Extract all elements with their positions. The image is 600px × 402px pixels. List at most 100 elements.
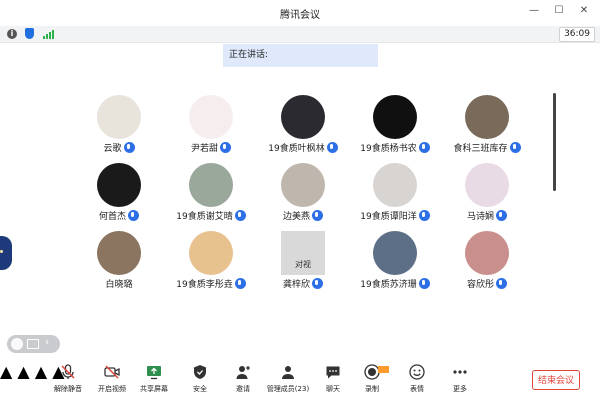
participant-name-row: 白晓璐 — [72, 277, 166, 290]
video-label: 开启视频 — [98, 385, 126, 393]
participant-name-row: 马诗娴 — [440, 209, 534, 222]
participant-tile[interactable]: 19食质杨书农 — [348, 92, 442, 158]
mute-button[interactable]: 解除静音 — [48, 364, 88, 394]
close-button[interactable]: ✕ — [578, 5, 590, 16]
chevron-left-icon[interactable]: ‹ — [45, 337, 49, 348]
security-label: 安全 — [193, 385, 207, 393]
title-bar: 腾讯会议 — ☐ ✕ — [0, 0, 600, 26]
more-label: 更多 — [453, 385, 467, 393]
microphone-icon — [128, 210, 139, 221]
avatar-caption: 对视 — [295, 260, 311, 269]
minimize-button[interactable]: — — [528, 5, 540, 16]
chat-icon — [326, 366, 340, 379]
video-options-caret[interactable]: ▲ — [17, 362, 29, 381]
share-options-caret[interactable]: ▲ — [35, 362, 47, 381]
more-button[interactable]: 更多 — [440, 364, 480, 394]
screen-icon[interactable] — [27, 339, 39, 349]
participant-name: 19食质谭阳洋 — [360, 212, 417, 222]
shield-icon[interactable] — [25, 28, 34, 39]
avatar — [373, 231, 417, 275]
participant-name-row: 何首杰 — [72, 209, 166, 222]
emoji-icon[interactable] — [11, 338, 23, 350]
participant-name: 食科三班库存 — [453, 144, 508, 154]
participant-tile[interactable]: 19食质叶枫林 — [256, 92, 350, 158]
security-button[interactable]: 安全 — [180, 364, 220, 394]
reactions-label: 表情 — [410, 385, 424, 393]
participant-tile[interactable]: 食科三班库存 — [440, 92, 534, 158]
video-button[interactable]: 开启视频 — [92, 364, 132, 394]
window-controls: — ☐ ✕ — [528, 5, 590, 16]
view-toggle[interactable]: ‹ — [7, 335, 60, 353]
participant-name-row: 19食质李彤垚 — [164, 277, 258, 290]
participant-tile[interactable]: 白晓璐 — [72, 228, 166, 294]
participant-name-row: 19食质苏济珊 — [348, 277, 442, 290]
participant-name-row: 食科三班库存 — [440, 141, 534, 154]
participant-tile[interactable]: 对视 龚梓欣 — [256, 228, 350, 294]
signal-icon[interactable] — [43, 29, 54, 39]
invite-button[interactable]: 邀请 — [223, 364, 263, 394]
participant-name-row: 云歌 — [72, 141, 166, 154]
avatar — [189, 95, 233, 139]
participant-tile[interactable]: 19食质谭阳洋 — [348, 160, 442, 226]
microphone-icon — [326, 142, 338, 153]
microphone-icon — [220, 142, 231, 153]
participant-tile[interactable]: 马诗娴 — [440, 160, 534, 226]
avatar — [373, 95, 417, 139]
microphone-icon — [509, 142, 521, 153]
invite-label: 邀请 — [236, 385, 250, 393]
microphone-icon — [234, 278, 246, 289]
participant-tile[interactable]: 19食质谢艾晴 — [164, 160, 258, 226]
reactions-button[interactable]: 表情 — [397, 364, 437, 394]
participant-tile[interactable]: 何首杰 — [72, 160, 166, 226]
share-screen-icon — [147, 366, 161, 380]
avatar — [281, 95, 325, 139]
avatar — [189, 231, 233, 275]
microphone-icon — [418, 142, 430, 153]
participant-tile[interactable]: 尹若甜 — [164, 92, 258, 158]
avatar — [189, 163, 233, 207]
participant-name: 尹若甜 — [190, 144, 218, 154]
avatar — [465, 231, 509, 275]
participant-name-row: 19食质杨书农 — [348, 141, 442, 154]
participant-name: 马诗娴 — [466, 212, 494, 222]
participant-name: 龚梓欣 — [282, 280, 310, 290]
bottom-toolbar: 解除静音 ▲ 开启视频 ▲ 共享屏幕 ▲ 安全 邀请 管理成员(23) 聊天 录… — [0, 362, 600, 402]
microphone-icon — [312, 278, 323, 289]
mute-label: 解除静音 — [54, 385, 82, 393]
grid-scrollbar[interactable] — [553, 93, 556, 191]
avatar — [97, 95, 141, 139]
speaking-indicator: 正在讲话: — [223, 44, 378, 67]
participant-tile[interactable]: 19食质李彤垚 — [164, 228, 258, 294]
meeting-info-bar: i 36:09 — [0, 26, 600, 43]
end-meeting-button[interactable]: 结束会议 — [532, 370, 580, 390]
share-screen-button[interactable]: 共享屏幕 — [134, 364, 174, 394]
participant-name-row: 19食质谭阳洋 — [348, 209, 442, 222]
info-icon[interactable]: i — [7, 29, 17, 39]
microphone-muted-icon — [61, 364, 75, 379]
participant-name-row: 19食质谢艾晴 — [164, 209, 258, 222]
participant-tile[interactable]: 边美燕 — [256, 160, 350, 226]
camera-off-icon — [104, 365, 120, 379]
participant-grid: 云歌 尹若甜 19食质叶枫林 19食质杨书农 食科三班库存 何首杰 19食质谢艾… — [72, 92, 542, 292]
participant-name-row: 尹若甜 — [164, 141, 258, 154]
floating-avatar[interactable] — [0, 236, 12, 270]
participant-name: 19食质叶枫林 — [268, 144, 325, 154]
participant-name: 白晓璐 — [105, 280, 133, 290]
participant-tile[interactable]: 容欣彤 — [440, 228, 534, 294]
microphone-icon — [418, 210, 430, 221]
manage-members-button[interactable]: 管理成员(23) — [263, 364, 313, 394]
maximize-button[interactable]: ☐ — [553, 5, 565, 16]
shield-icon — [194, 365, 206, 379]
microphone-icon — [312, 210, 323, 221]
participant-name: 容欣彤 — [466, 280, 494, 290]
participant-name-row: 边美燕 — [256, 209, 350, 222]
avatar — [281, 163, 325, 207]
more-icon — [453, 370, 467, 374]
participant-name-row: 龚梓欣 — [256, 277, 350, 290]
participant-name: 云歌 — [103, 144, 122, 154]
participant-name: 何首杰 — [98, 212, 126, 222]
participant-tile[interactable]: 19食质苏济珊 — [348, 228, 442, 294]
participant-tile[interactable]: 云歌 — [72, 92, 166, 158]
mute-options-caret[interactable]: ▲ — [0, 362, 12, 381]
chat-button[interactable]: 聊天 — [313, 364, 353, 394]
